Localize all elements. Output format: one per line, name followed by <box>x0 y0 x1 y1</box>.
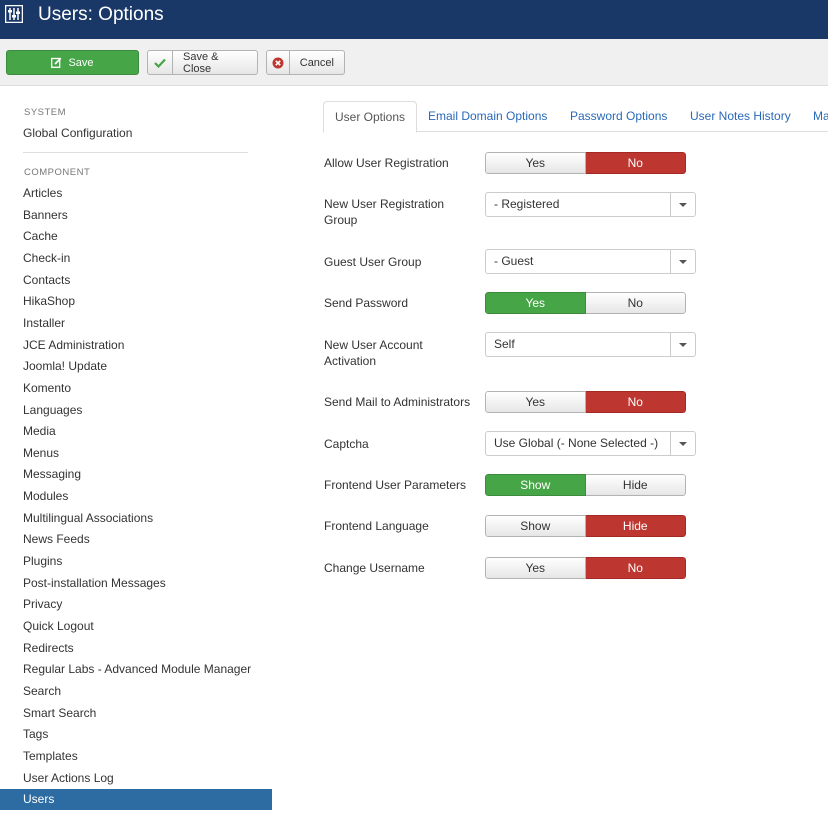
sidebar-item-privacy[interactable]: Privacy <box>0 594 272 615</box>
sidebar-item-hikashop[interactable]: HikaShop <box>0 291 272 312</box>
app-header: Users: Options <box>0 0 828 39</box>
chevron-down-icon <box>670 432 695 455</box>
change-username-toggle: Yes No <box>485 557 686 579</box>
sidebar-item-user-actions-log[interactable]: User Actions Log <box>0 768 272 789</box>
sidebar-item-users[interactable]: Users <box>0 789 272 810</box>
sidebar-item-check-in[interactable]: Check-in <box>0 248 272 269</box>
change-username-no[interactable]: No <box>585 557 686 579</box>
options-icon <box>5 5 23 23</box>
frontend-params-hide[interactable]: Hide <box>585 474 686 496</box>
frontend-params-show[interactable]: Show <box>485 474 586 496</box>
tab-password-options[interactable]: Password Options <box>559 101 678 132</box>
send-mail-admins-toggle: Yes No <box>485 391 686 413</box>
sidebar-item-post-installation-messages[interactable]: Post-installation Messages <box>0 573 272 594</box>
frontend-language-toggle: Show Hide <box>485 515 686 537</box>
send-password-yes[interactable]: Yes <box>485 292 586 314</box>
captcha-value: Use Global (- None Selected -) <box>494 436 659 450</box>
change-username-label: Change Username <box>324 561 425 575</box>
allow-registration-label: Allow User Registration <box>324 156 449 170</box>
sidebar-item-contacts[interactable]: Contacts <box>0 270 272 291</box>
tab-more[interactable]: Ma <box>802 101 828 132</box>
frontend-language-show[interactable]: Show <box>485 515 586 537</box>
guest-group-select[interactable]: - Guest <box>485 249 696 274</box>
account-activation-select[interactable]: Self <box>485 332 696 357</box>
save-button[interactable]: Save <box>6 50 139 75</box>
sidebar-item-quick-logout[interactable]: Quick Logout <box>0 616 272 637</box>
sidebar-item-jce-administration[interactable]: JCE Administration <box>0 335 272 356</box>
captcha-select[interactable]: Use Global (- None Selected -) <box>485 431 696 456</box>
save-close-label: Save & Close <box>183 50 219 75</box>
sidebar-item-smart-search[interactable]: Smart Search <box>0 703 272 724</box>
frontend-params-label: Frontend User Parameters <box>324 478 467 492</box>
sidebar-item-articles[interactable]: Articles <box>0 183 272 204</box>
sidebar-item-languages[interactable]: Languages <box>0 400 272 421</box>
check-icon <box>154 58 166 68</box>
tab-email-domain-options[interactable]: Email Domain Options <box>417 101 558 132</box>
chevron-down-icon <box>670 333 695 356</box>
sidebar-item-news-feeds[interactable]: News Feeds <box>0 529 272 550</box>
guest-group-value: - Guest <box>494 254 534 268</box>
sidebar-item-global-configuration[interactable]: Global Configuration <box>0 123 272 144</box>
sidebar-item-media[interactable]: Media <box>0 421 272 442</box>
sidebar-item-multilingual-associations[interactable]: Multilingual Associations <box>0 508 272 529</box>
options-tabs: User Options Email Domain Options Passwo… <box>323 101 828 133</box>
frontend-params-toggle: Show Hide <box>485 474 686 496</box>
account-activation-label: New User Account Activation <box>324 338 423 368</box>
account-activation-value: Self <box>494 337 515 351</box>
captcha-label: Captcha <box>324 437 369 451</box>
sidebar-item-menus[interactable]: Menus <box>0 443 272 464</box>
cancel-label: Cancel <box>299 56 334 69</box>
change-username-yes[interactable]: Yes <box>485 557 586 579</box>
chevron-down-icon <box>670 193 695 216</box>
cancel-icon <box>272 57 284 68</box>
edit-icon <box>51 57 62 68</box>
tab-user-options[interactable]: User Options <box>323 101 418 133</box>
allow-registration-no[interactable]: No <box>585 152 686 174</box>
cancel-button[interactable]: Cancel <box>266 50 345 75</box>
send-mail-admins-yes[interactable]: Yes <box>485 391 586 413</box>
page-title: Users: Options <box>38 4 164 25</box>
sidebar-item-cache[interactable]: Cache <box>0 226 272 247</box>
sidebar-item-redirects[interactable]: Redirects <box>0 638 272 659</box>
sidebar-item-plugins[interactable]: Plugins <box>0 551 272 572</box>
guest-group-label: Guest User Group <box>324 255 422 269</box>
toolbar: Save Save & Close Cancel <box>0 39 828 86</box>
send-mail-admins-label: Send Mail to Administrators <box>324 395 471 409</box>
send-password-label: Send Password <box>324 296 409 310</box>
sidebar-item-modules[interactable]: Modules <box>0 486 272 507</box>
sidebar-item-messaging[interactable]: Messaging <box>0 464 272 485</box>
sidebar-item-komento[interactable]: Komento <box>0 378 272 399</box>
sidebar-item-regular-labs-advanced-module-manager[interactable]: Regular Labs - Advanced Module Manager <box>0 659 272 680</box>
send-password-no[interactable]: No <box>585 292 686 314</box>
new-user-group-value: - Registered <box>494 197 560 211</box>
sidebar-item-joomla-update[interactable]: Joomla! Update <box>0 356 272 377</box>
tab-user-notes-history[interactable]: User Notes History <box>679 101 802 132</box>
sidebar-item-search[interactable]: Search <box>0 681 272 702</box>
new-user-group-select[interactable]: - Registered <box>485 192 696 217</box>
new-user-group-label: New User Registration Group <box>324 197 445 227</box>
sidebar-heading-component: COMPONENT <box>24 167 91 178</box>
send-password-toggle: Yes No <box>485 292 686 314</box>
allow-registration-toggle: Yes No <box>485 152 686 174</box>
frontend-language-label: Frontend Language <box>324 519 429 533</box>
send-mail-admins-no[interactable]: No <box>585 391 686 413</box>
sidebar-item-installer[interactable]: Installer <box>0 313 272 334</box>
sidebar-heading-system: SYSTEM <box>24 107 67 118</box>
sidebar-divider <box>23 152 248 153</box>
sidebar-item-banners[interactable]: Banners <box>0 205 272 226</box>
sidebar-item-templates[interactable]: Templates <box>0 746 272 767</box>
frontend-language-hide[interactable]: Hide <box>585 515 686 537</box>
sidebar-item-tags[interactable]: Tags <box>0 724 272 745</box>
save-label: Save <box>68 56 94 69</box>
save-close-button[interactable]: Save & Close <box>147 50 258 75</box>
chevron-down-icon <box>670 250 695 273</box>
allow-registration-yes[interactable]: Yes <box>485 152 586 174</box>
